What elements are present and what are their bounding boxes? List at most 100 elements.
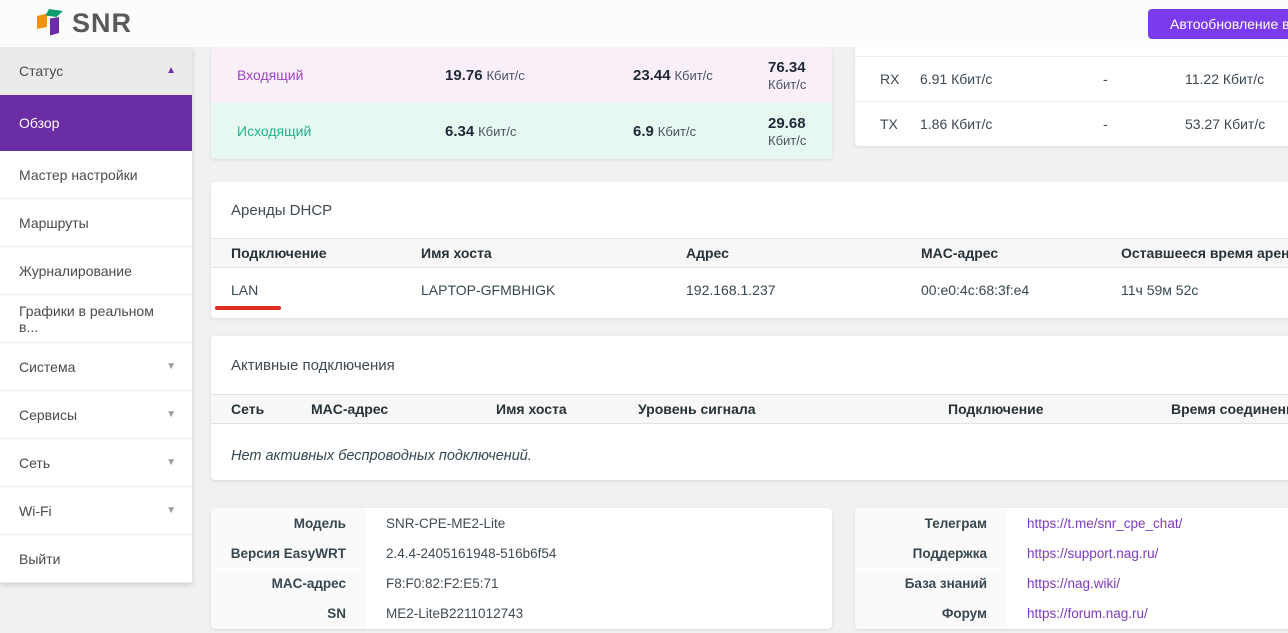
col-hostname: Имя хоста xyxy=(496,401,638,417)
unit-label: Кбит/с xyxy=(768,133,806,148)
autoupdate-button[interactable]: Автообновление в xyxy=(1148,9,1288,39)
chevron-down-icon: ▼ xyxy=(166,505,176,516)
chevron-up-icon: ▲ xyxy=(166,65,176,76)
brand-logo: SNR xyxy=(36,7,132,39)
incoming-label: Входящий xyxy=(237,67,445,83)
sn-label: SN xyxy=(211,599,366,629)
firmware-version-label: Версия EasyWRT xyxy=(211,538,366,568)
support-links-card: Телеграм https://t.me/snr_cpe_chat/ Подд… xyxy=(855,508,1288,629)
col-mac: MAC-адрес xyxy=(921,245,1121,261)
mac-value: F8:F0:82:F2:E5:71 xyxy=(366,569,832,599)
unit-label: Кбит/с xyxy=(674,68,712,83)
dhcp-table-header: Подключение Имя хоста Адрес MAC-адрес Ос… xyxy=(211,238,1288,268)
cell-hostname: LAPTOP-GFMBHIGK xyxy=(421,282,686,298)
tx-value-1: 1.86 Кбит/с xyxy=(920,116,1103,132)
topbar: SNR Автообновление в xyxy=(0,0,1288,47)
sidebar-item-routes[interactable]: Маршруты xyxy=(0,199,192,247)
sidebar-item-network[interactable]: Сеть ▼ xyxy=(0,439,192,487)
sidebar-item-label: Выйти xyxy=(19,551,60,567)
unit-label: Кбит/с xyxy=(478,124,516,139)
tx-label: TX xyxy=(880,116,920,132)
col-signal: Уровень сигнала xyxy=(638,401,948,417)
col-network: Сеть xyxy=(231,401,311,417)
sidebar-item-wizard[interactable]: Мастер настройки xyxy=(0,151,192,199)
col-lease-time: Оставшееся время аренды xyxy=(1121,245,1288,261)
unit-label: Кбит/с xyxy=(658,124,696,139)
traffic-value: 19.76 Кбит/с xyxy=(445,67,633,84)
model-label: Модель xyxy=(211,508,366,538)
sidebar-item-status[interactable]: Статус ▲ xyxy=(0,47,192,95)
sidebar-item-label: Обзор xyxy=(19,115,59,131)
firmware-version-value: 2.4.4-2405161948-516b6f54 xyxy=(366,538,832,568)
traffic-card: Входящий 19.76 Кбит/с 23.44 Кбит/с 76.34… xyxy=(211,47,832,159)
connections-card-title: Активные подключения xyxy=(211,336,1288,394)
wan-tx-row: TX 1.86 Кбит/с - 53.27 Кбит/с xyxy=(855,101,1288,145)
cell-mac: 00:e0:4c:68:3f:e4 xyxy=(921,282,1121,298)
brand-name: SNR xyxy=(72,8,132,39)
outgoing-label: Исходящий xyxy=(237,123,445,139)
traffic-value: 23.44 Кбит/с xyxy=(633,67,768,84)
sidebar-item-label: Графики в реальном в... xyxy=(19,303,176,335)
cell-address: 192.168.1.237 xyxy=(686,282,921,298)
col-connection: Подключение xyxy=(231,245,421,261)
rx-value-1: 6.91 Кбит/с xyxy=(920,71,1103,87)
col-connection: Подключение xyxy=(948,401,1171,417)
sidebar-item-label: Система xyxy=(19,359,75,375)
col-uptime: Время соединения xyxy=(1171,401,1288,417)
sidebar-item-logging[interactable]: Журналирование xyxy=(0,247,192,295)
traffic-value: 6.9 Кбит/с xyxy=(633,123,768,140)
knowledge-base-label: База знаний xyxy=(855,569,1007,599)
sidebar-item-wifi[interactable]: Wi-Fi ▼ xyxy=(0,487,192,535)
no-connections-message: Нет активных беспроводных подключений. xyxy=(211,424,1288,464)
col-hostname: Имя хоста xyxy=(421,245,686,261)
snr-cube-icon xyxy=(36,7,66,39)
sidebar-item-label: Сервисы xyxy=(19,407,77,423)
sidebar-item-label: Журналирование xyxy=(19,263,132,279)
forum-label: Форум xyxy=(855,599,1007,629)
rx-label: RX xyxy=(880,71,920,87)
tx-value-2: 53.27 Кбит/с xyxy=(1185,116,1288,132)
sidebar-item-label: Статус xyxy=(19,63,63,79)
sidebar-item-label: Мастер настройки xyxy=(19,167,138,183)
cell-connection: LAN xyxy=(231,282,421,298)
device-info-card: Модель SNR-CPE-ME2-Lite Версия EasyWRT 2… xyxy=(211,508,832,629)
dhcp-table-row: LAN LAPTOP-GFMBHIGK 192.168.1.237 00:e0:… xyxy=(211,268,1288,312)
dhcp-card-title: Аренды DHCP xyxy=(211,182,1288,238)
sidebar-item-logout[interactable]: Выйти xyxy=(0,535,192,583)
sidebar-item-realtime-graphs[interactable]: Графики в реальном в... xyxy=(0,295,192,343)
red-underline-annotation xyxy=(215,306,281,310)
traffic-value: 6.34 Кбит/с xyxy=(445,123,633,140)
sidebar-item-label: Сеть xyxy=(19,455,50,471)
sidebar-item-label: Маршруты xyxy=(19,215,89,231)
unit-label: Кбит/с xyxy=(768,77,806,92)
chevron-down-icon: ▼ xyxy=(166,409,176,420)
rx-value-2: 11.22 Кбит/с xyxy=(1185,71,1288,87)
unit-label: Кбит/с xyxy=(486,68,524,83)
dhcp-leases-card: Аренды DHCP Подключение Имя хоста Адрес … xyxy=(211,182,1288,318)
sn-value: ME2-LiteB2211012743 xyxy=(366,599,832,629)
sidebar-item-services[interactable]: Сервисы ▼ xyxy=(0,391,192,439)
support-label: Поддержка xyxy=(855,538,1007,568)
sidebar-item-system[interactable]: Система ▼ xyxy=(0,343,192,391)
col-mac: MAC-адрес xyxy=(311,401,496,417)
traffic-row-incoming: Входящий 19.76 Кбит/с 23.44 Кбит/с 76.34… xyxy=(211,47,832,103)
forum-link[interactable]: https://forum.nag.ru/ xyxy=(1027,606,1148,621)
chevron-down-icon: ▼ xyxy=(166,361,176,372)
support-link[interactable]: https://support.nag.ru/ xyxy=(1027,546,1158,561)
cell-lease-time: 11ч 59м 52с xyxy=(1121,282,1288,298)
sidebar-item-overview[interactable]: Обзор xyxy=(0,95,192,151)
telegram-label: Телеграм xyxy=(855,508,1007,538)
telegram-link[interactable]: https://t.me/snr_cpe_chat/ xyxy=(1027,516,1182,531)
chevron-down-icon: ▼ xyxy=(166,457,176,468)
knowledge-base-link[interactable]: https://nag.wiki/ xyxy=(1027,576,1120,591)
wan-rx-row: RX 6.91 Кбит/с - 11.22 Кбит/с xyxy=(855,57,1288,101)
model-value: SNR-CPE-ME2-Lite xyxy=(366,508,832,538)
col-address: Адрес xyxy=(686,245,921,261)
traffic-value: 29.68 Кбит/с xyxy=(768,115,832,148)
sidebar: Статус ▲ Обзор Мастер настройки Маршруты… xyxy=(0,47,192,583)
sidebar-item-label: Wi-Fi xyxy=(19,503,52,519)
active-connections-card: Активные подключения Сеть MAC-адрес Имя … xyxy=(211,336,1288,480)
tx-separator: - xyxy=(1103,116,1185,132)
traffic-value: 76.34 Кбит/с xyxy=(768,59,832,92)
connections-table-header: Сеть MAC-адрес Имя хоста Уровень сигнала… xyxy=(211,394,1288,424)
